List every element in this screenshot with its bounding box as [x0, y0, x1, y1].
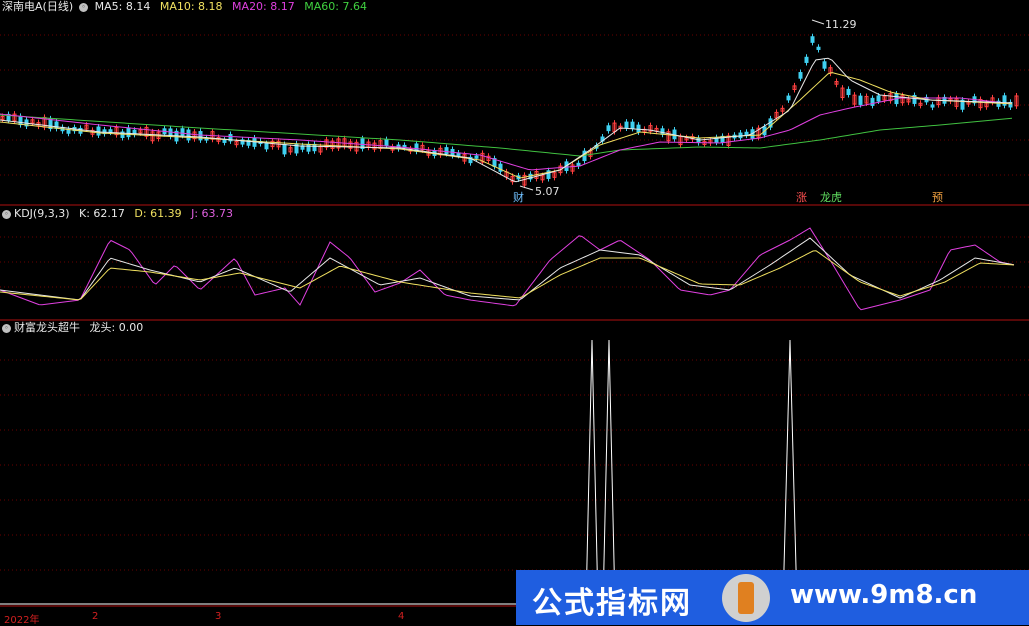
marker-longhu: 龙虎: [820, 191, 842, 204]
watermark-banner: 公式指标网 www.9m8.cn: [516, 570, 1029, 625]
candle-body: [264, 143, 269, 150]
settings-circle-icon[interactable]: ◦: [79, 2, 89, 12]
ma20-line: [0, 97, 1013, 171]
watermark-logo: [722, 574, 770, 622]
candle-body: [474, 155, 479, 159]
indicator-value: 龙头: 0.00: [89, 321, 144, 334]
signal-spike: [585, 339, 599, 607]
x-axis-label: 3: [215, 611, 222, 622]
candle-body: [444, 147, 449, 154]
marker-cai: 财: [513, 190, 524, 204]
x-axis-label: 2: [92, 611, 99, 622]
candle-body: [798, 72, 803, 79]
candle-body: [870, 97, 875, 106]
candle-body: [312, 143, 317, 152]
x-axis-label: 2022年: [4, 615, 40, 626]
ma5-label: MA5: 8.14: [94, 0, 151, 13]
high-price-pointer: [811, 19, 825, 25]
signal-spike: [602, 339, 616, 607]
marker-yu: 预: [932, 191, 943, 204]
watermark-left-text: 公式指标网: [532, 586, 692, 621]
main-panel-header: 深南电A(日线) ◦ MA5: 8.14 MA10: 8.18 MA20: 8.1…: [2, 0, 373, 14]
low-price-label: 5.07: [535, 185, 560, 198]
candle-body: [198, 131, 203, 141]
candle-body: [804, 56, 809, 63]
kdj-k: K: 62.17: [79, 207, 125, 220]
high-price-label: 11.29: [825, 18, 857, 31]
candle-body: [180, 128, 185, 136]
candle-body: [786, 95, 791, 101]
low-price-pointer: [519, 185, 534, 191]
kdj-j: J: 63.73: [191, 207, 234, 220]
candle-body: [384, 139, 389, 146]
candle-body: [630, 121, 635, 129]
kdj-k-line: [0, 237, 1015, 301]
ma10-label: MA10: 8.18: [159, 0, 223, 13]
candle-body: [186, 129, 191, 141]
kdj-j-line: [0, 227, 1015, 311]
settings-circle-icon[interactable]: ◦: [2, 209, 11, 219]
candle-body: [282, 143, 287, 155]
x-axis-label: 4: [398, 611, 405, 622]
kdj-panel-header: ◦ KDJ(9,3,3) K: 62.17 D: 61.39 J: 63.73: [2, 207, 239, 221]
ma20-label: MA20: 8.17: [232, 0, 295, 13]
candle-body: [126, 127, 131, 138]
candle-body: [858, 95, 863, 105]
candle-body: [306, 143, 311, 152]
candle-body: [96, 126, 101, 136]
indicator-panel-header: ◦ 财富龙头超牛 龙头: 0.00: [2, 321, 149, 335]
kdj-d: D: 61.39: [134, 207, 182, 220]
candle-body: [876, 95, 881, 102]
candle-body: [636, 124, 641, 133]
indicator-title: 财富龙头超牛: [14, 321, 80, 334]
candle-body: [810, 36, 815, 43]
stock-chart[interactable]: 11.29 5.07 财 涨龙虎 预: [0, 0, 1029, 625]
candle-body: [822, 61, 827, 69]
candle-body: [624, 121, 629, 129]
kdj-title: KDJ(9,3,3): [14, 207, 70, 220]
candle-body: [606, 125, 611, 132]
candle-body: [108, 129, 113, 133]
ma60-label: MA60: 7.64: [304, 0, 367, 13]
settings-circle-icon[interactable]: ◦: [2, 323, 11, 333]
candle-body: [816, 46, 821, 50]
candle-body: [744, 131, 749, 136]
signal-spike: [782, 339, 798, 607]
candle-body: [930, 104, 935, 108]
candle-body: [846, 88, 851, 96]
marker-zhang: 涨: [796, 191, 807, 204]
candle-body: [222, 139, 227, 143]
candle-body: [18, 115, 23, 126]
candle-body: [660, 128, 665, 135]
kdj-d-line: [0, 250, 1015, 301]
panel-title: 深南电A(日线): [2, 0, 74, 13]
watermark-right-text: www.9m8.cn: [790, 580, 978, 610]
